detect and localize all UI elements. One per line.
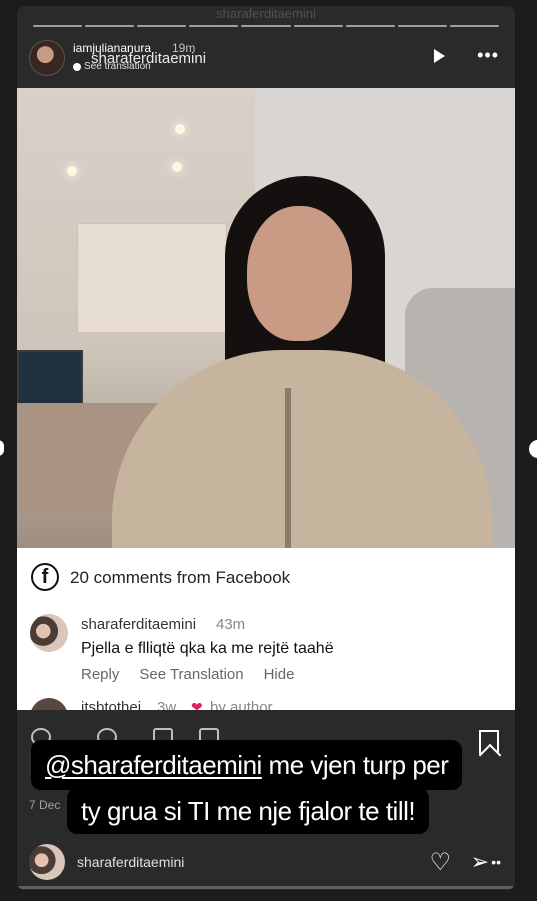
comment-username[interactable]: sharaferditaemini: [81, 616, 196, 633]
progress-segment: [345, 25, 395, 27]
progress-segment: [137, 25, 187, 27]
comment-time: 43m: [216, 616, 246, 633]
photo-lamp: [172, 162, 182, 172]
progress-segment: [397, 25, 447, 27]
story-photo: [17, 88, 515, 550]
caption-text-1: me vjen turp per: [261, 750, 449, 780]
reply-button[interactable]: Reply: [81, 666, 119, 683]
more-icon[interactable]: •••: [477, 45, 499, 66]
progress-segment: [241, 25, 291, 27]
photo-zipper: [285, 388, 291, 548]
caption-line-2: ty grua si TI me nje fjalor te till!: [67, 788, 430, 834]
avatar[interactable]: [29, 844, 65, 880]
comment-actions: Reply See Translation Hide: [81, 666, 294, 683]
story-frame: sharaferditaemini iamjuliananura 19m See…: [17, 6, 515, 890]
see-translation-button[interactable]: See Translation: [139, 666, 243, 683]
author-heart-icon: ❤: [191, 699, 203, 710]
progress-bar: [33, 25, 499, 27]
progress-segment: [293, 25, 343, 27]
progress-segment: [189, 25, 239, 27]
photo-lamp: [67, 166, 77, 176]
comments-card-title: 20 comments from Facebook: [70, 568, 291, 587]
hide-button[interactable]: Hide: [264, 666, 295, 683]
translation-dot-icon: [73, 63, 81, 71]
photo-cabinet: [77, 223, 227, 333]
story-viewer: sharaferditaemini iamjuliananura 19m See…: [0, 0, 537, 901]
heart-icon[interactable]: ♡: [429, 851, 451, 875]
overlay-username: sharaferditaemini: [91, 50, 207, 67]
footer-username[interactable]: sharaferditaemini: [77, 854, 184, 870]
photo-lamp: [175, 124, 185, 134]
comment-username[interactable]: itsbtothei: [81, 699, 141, 710]
progress-segment: [449, 25, 499, 27]
avatar[interactable]: [29, 40, 65, 76]
comment-text: Pjella e flliqtë qka ka me rejtë taahë: [81, 640, 334, 657]
facebook-icon: f: [31, 563, 59, 591]
progress-segment: [85, 25, 135, 27]
caption-mention[interactable]: @sharaferditaemini: [45, 750, 262, 780]
comments-card[interactable]: f 20 comments from Facebook sharaferdita…: [17, 548, 515, 710]
photo-face: [247, 206, 352, 341]
progress-segment: [33, 25, 83, 27]
caption-line-1: @sharaferditaemini me vjen turp per: [31, 740, 463, 790]
send-icon[interactable]: ➢: [471, 851, 489, 873]
next-story-arrow[interactable]: [529, 440, 537, 458]
comment-avatar[interactable]: [30, 698, 68, 710]
more-icon[interactable]: ••: [491, 854, 501, 870]
play-icon[interactable]: [434, 49, 445, 63]
author-badge: by author: [210, 699, 273, 710]
ghost-username: sharaferditaemini: [216, 6, 316, 21]
post-date: 7 Dec: [29, 798, 61, 812]
previous-story-arrow[interactable]: [0, 440, 4, 456]
comment-avatar[interactable]: [30, 614, 68, 652]
photo-oven: [17, 350, 83, 408]
bottom-progress-line: [17, 886, 515, 889]
story-header: iamjuliananura 19m See translation shara…: [29, 40, 503, 80]
comment-time: 3w: [157, 699, 177, 710]
post-lower-area: 7 Dec @sharaferditaemini me vjen turp pe…: [17, 710, 515, 890]
bookmark-icon[interactable]: [479, 730, 499, 754]
